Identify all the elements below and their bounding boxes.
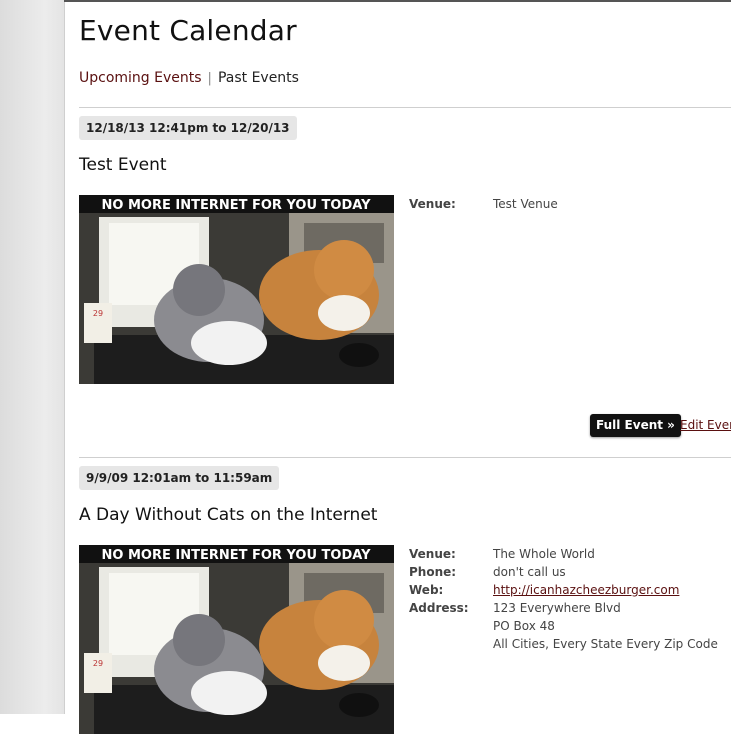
- detail-label: Web:: [409, 583, 444, 597]
- detail-label: Phone:: [409, 565, 457, 579]
- svg-text:29: 29: [93, 659, 103, 668]
- detail-value: All Cities, Every State Every Zip Code: [493, 637, 718, 651]
- event-image: NO MORE INTERNET FOR YOU TODAY 29: [79, 195, 394, 384]
- detail-row-web: Web: http://icanhazcheezburger.com: [409, 581, 718, 599]
- detail-value: The Whole World: [493, 547, 595, 561]
- cats-meme-image: NO MORE INTERNET FOR YOU TODAY 29: [79, 195, 394, 384]
- detail-row-venue: Venue: Test Venue: [409, 195, 558, 213]
- detail-value: don't call us: [493, 565, 566, 579]
- detail-row-phone: Phone: don't call us: [409, 563, 718, 581]
- event-details: Venue: The Whole World Phone: don't call…: [409, 545, 718, 653]
- detail-row-venue: Venue: The Whole World: [409, 545, 718, 563]
- tab-past-events[interactable]: Past Events: [218, 70, 299, 86]
- main-content: Event Calendar Upcoming Events | Past Even…: [79, 0, 731, 734]
- detail-row-address-line2: PO Box 48: [409, 617, 718, 635]
- detail-label: Venue:: [409, 547, 456, 561]
- detail-label: [409, 617, 493, 635]
- detail-label: Venue:: [409, 197, 456, 211]
- event-tabs: Upcoming Events | Past Events: [79, 70, 299, 86]
- svg-text:29: 29: [93, 309, 103, 318]
- event-details: Venue: Test Venue: [409, 195, 558, 213]
- meme-caption: NO MORE INTERNET FOR YOU TODAY: [102, 198, 372, 213]
- meme-caption: NO MORE INTERNET FOR YOU TODAY: [102, 548, 372, 563]
- cats-meme-image: NO MORE INTERNET FOR YOU TODAY 29: [79, 545, 394, 734]
- detail-value: PO Box 48: [493, 619, 555, 633]
- website-link[interactable]: http://icanhazcheezburger.com: [493, 581, 679, 599]
- left-sidebar-gutter: [0, 0, 65, 714]
- detail-label: [409, 635, 493, 653]
- detail-value: 123 Everywhere Blvd: [493, 601, 621, 615]
- event-image: NO MORE INTERNET FOR YOU TODAY 29: [79, 545, 394, 734]
- divider: [79, 457, 731, 458]
- page-title: Event Calendar: [79, 14, 297, 47]
- detail-label: Address:: [409, 601, 469, 615]
- tab-separator: |: [207, 71, 212, 86]
- tab-upcoming-events[interactable]: Upcoming Events: [79, 70, 202, 86]
- event-date-badge: 9/9/09 12:01am to 11:59am: [79, 466, 280, 490]
- edit-event-link[interactable]: Edit Event: [680, 418, 731, 432]
- full-event-button[interactable]: Full Event »: [590, 414, 681, 437]
- event-date-badge: 12/18/13 12:41pm to 12/20/13: [79, 116, 297, 140]
- detail-value: Test Venue: [493, 197, 558, 211]
- event-title[interactable]: Test Event: [79, 155, 167, 175]
- event-title[interactable]: A Day Without Cats on the Internet: [79, 505, 377, 525]
- divider: [79, 107, 731, 108]
- detail-row-address-line3: All Cities, Every State Every Zip Code: [409, 635, 718, 653]
- detail-row-address: Address: 123 Everywhere Blvd: [409, 599, 718, 617]
